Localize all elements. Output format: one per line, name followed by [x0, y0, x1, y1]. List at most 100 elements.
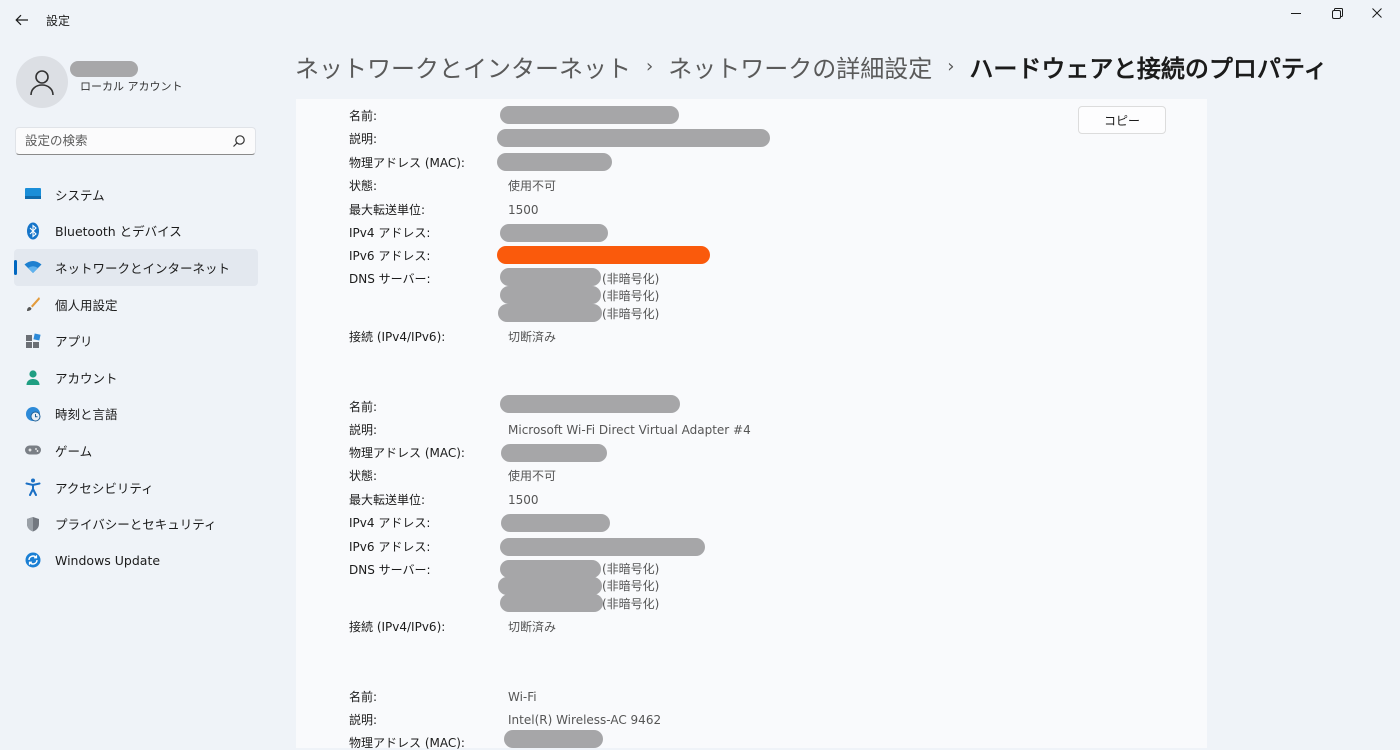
description-value: Intel(R) Wireless-AC 9462	[508, 713, 662, 727]
mac-label: 物理アドレス (MAC):	[349, 446, 465, 460]
update-icon	[24, 551, 42, 569]
breadcrumb-advanced-network-settings[interactable]: ネットワークの詳細設定	[668, 49, 932, 84]
system-icon	[24, 185, 42, 203]
sidebar-item-privacy[interactable]: プライバシーとセキュリティ	[14, 505, 258, 542]
mac-label: 物理アドレス (MAC):	[349, 156, 465, 170]
sidebar-item-personalization[interactable]: 個人用設定	[14, 286, 258, 323]
dns-label: DNS サーバー:	[349, 563, 431, 577]
status-value: 使用不可	[508, 469, 557, 483]
breadcrumb-network-internet[interactable]: ネットワークとインターネット	[295, 49, 631, 84]
status-label: 状態:	[349, 179, 378, 193]
sidebar-item-gaming[interactable]: ゲーム	[14, 432, 258, 469]
mtu-label: 最大転送単位:	[349, 203, 426, 217]
description-label: 説明:	[349, 423, 378, 437]
sidebar-item-label: 個人用設定	[55, 297, 118, 313]
dns-encryption: (非暗号化)	[602, 307, 660, 321]
name-value: Wi-Fi	[508, 690, 537, 704]
redacted-value	[500, 286, 601, 304]
app-title: 設定	[46, 14, 71, 28]
sidebar-item-network[interactable]: ネットワークとインターネット	[14, 249, 258, 286]
sidebar-item-accounts[interactable]: アカウント	[14, 359, 258, 396]
sidebar-item-label: システム	[55, 187, 105, 203]
sidebar-item-label: アプリ	[55, 334, 93, 350]
dns-encryption: (非暗号化)	[602, 272, 660, 286]
sidebar-item-label: ネットワークとインターネット	[55, 260, 231, 276]
sidebar-item-time-language[interactable]: 時刻と言語	[14, 396, 258, 433]
person-avatar-icon	[30, 70, 54, 96]
connectivity-value: 切断済み	[508, 620, 557, 634]
description-value: Microsoft Wi-Fi Direct Virtual Adapter #…	[508, 423, 751, 437]
sidebar-item-label: アカウント	[55, 370, 118, 386]
close-icon	[1372, 8, 1382, 18]
ipv4-label: IPv4 アドレス:	[349, 516, 431, 530]
person-icon	[24, 368, 42, 386]
redacted-value	[497, 153, 612, 171]
sidebar-nav: システム Bluetooth とデバイス ネットワークとインターネット 個人用設…	[14, 176, 258, 579]
redacted-value	[504, 730, 603, 748]
search-box[interactable]	[15, 127, 256, 155]
mtu-value: 1500	[508, 203, 539, 217]
sidebar-item-label: ゲーム	[55, 443, 93, 459]
dns-encryption: (非暗号化)	[602, 597, 660, 611]
redacted-value	[500, 268, 601, 286]
back-arrow-icon	[15, 14, 28, 26]
dns-label: DNS サーバー:	[349, 272, 431, 286]
brush-icon	[24, 295, 42, 313]
redacted-value	[500, 224, 608, 242]
apps-icon	[24, 332, 42, 350]
breadcrumb: ネットワークとインターネット › ネットワークの詳細設定 › ハードウェアと接続…	[295, 48, 1328, 84]
search-icon[interactable]	[232, 134, 246, 148]
sidebar: ローカル アカウント システム Bluetooth とデバイス ネットワークとイ…	[0, 40, 280, 748]
sidebar-item-system[interactable]: システム	[14, 176, 258, 213]
avatar[interactable]	[16, 56, 68, 108]
highlighted-redacted-value	[497, 246, 710, 264]
redacted-value	[501, 444, 607, 462]
sidebar-item-windows-update[interactable]: Windows Update	[14, 542, 258, 579]
shield-icon	[24, 515, 42, 533]
redacted-value	[498, 577, 602, 595]
connectivity-value: 切断済み	[508, 330, 557, 344]
ipv6-label: IPv6 アドレス:	[349, 249, 431, 263]
copy-button[interactable]: コピー	[1078, 106, 1166, 134]
name-label: 名前:	[349, 109, 378, 123]
description-label: 説明:	[349, 713, 378, 727]
restore-icon	[1331, 7, 1343, 19]
sidebar-item-accessibility[interactable]: アクセシビリティ	[14, 469, 258, 506]
redacted-value	[500, 106, 679, 124]
status-value: 使用不可	[508, 179, 557, 193]
breadcrumb-separator: ›	[646, 55, 654, 77]
sidebar-item-label: Bluetooth とデバイス	[55, 224, 182, 240]
search-input[interactable]	[25, 133, 225, 148]
sidebar-item-label: Windows Update	[55, 552, 161, 568]
name-label: 名前:	[349, 400, 378, 414]
close-button[interactable]	[1354, 0, 1400, 26]
redacted-value	[501, 514, 610, 532]
ipv4-label: IPv4 アドレス:	[349, 226, 431, 240]
dns-encryption: (非暗号化)	[602, 289, 660, 303]
connectivity-label: 接続 (IPv4/IPv6):	[349, 620, 446, 634]
page-title: ハードウェアと接続のプロパティ	[969, 54, 1328, 83]
mtu-value: 1500	[508, 493, 539, 507]
accessibility-icon	[24, 478, 42, 497]
sidebar-item-bluetooth[interactable]: Bluetooth とデバイス	[14, 213, 258, 250]
redacted-value	[498, 304, 602, 322]
gamepad-icon	[24, 441, 42, 459]
redacted-value	[500, 538, 705, 556]
wifi-icon	[24, 258, 42, 276]
globe-clock-icon	[24, 405, 42, 423]
title-bar: 設定	[0, 0, 1400, 40]
back-button[interactable]	[12, 10, 32, 30]
ipv6-label: IPv6 アドレス:	[349, 540, 431, 554]
account-type: ローカル アカウント	[80, 80, 183, 93]
name-label: 名前:	[349, 690, 378, 704]
status-label: 状態:	[349, 469, 378, 483]
user-name-redacted	[70, 61, 138, 77]
minimize-button[interactable]	[1273, 0, 1319, 26]
bluetooth-icon	[24, 222, 42, 240]
redacted-value	[497, 129, 770, 147]
redacted-value	[500, 560, 601, 578]
breadcrumb-separator: ›	[947, 55, 955, 77]
mtu-label: 最大転送単位:	[349, 493, 426, 507]
sidebar-item-apps[interactable]: アプリ	[14, 322, 258, 359]
redacted-value	[500, 395, 680, 413]
